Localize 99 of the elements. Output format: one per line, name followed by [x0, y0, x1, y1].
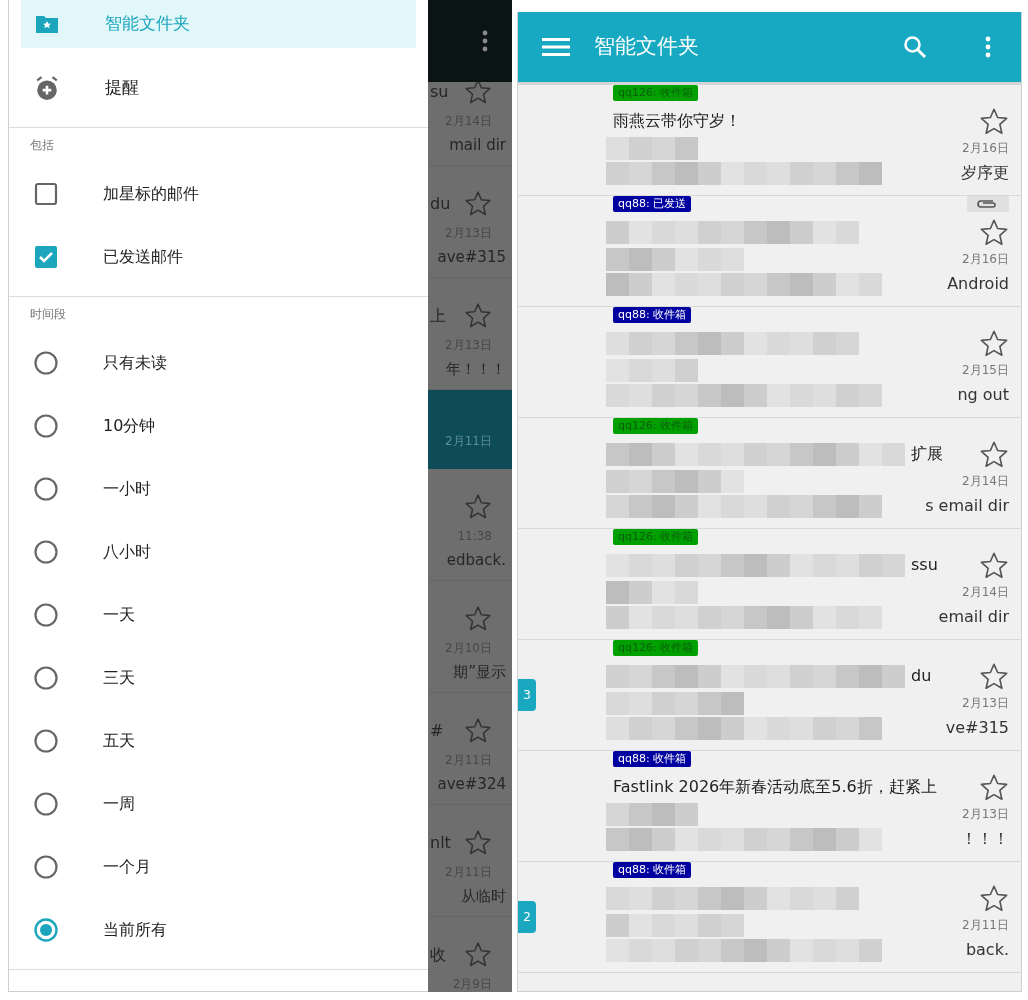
option-label: 加星标的邮件 — [103, 182, 199, 205]
star-icon[interactable] — [464, 302, 492, 330]
message-text-fragment: 岁序更 — [961, 162, 1009, 184]
message-subject: 雨燕云带你守岁！ — [613, 110, 741, 132]
account-tag: qq126: 收件箱 — [613, 640, 699, 656]
star-icon[interactable] — [979, 884, 1009, 914]
app-title: 智能文件夹 — [594, 33, 699, 61]
search-icon[interactable] — [903, 35, 927, 59]
message-text-fragment: ave#315 — [437, 247, 506, 268]
message-text-fragment: du — [911, 665, 932, 687]
account-tag: qq126: 收件箱 — [613, 529, 699, 545]
star-icon[interactable] — [464, 82, 492, 106]
account-tag: qq126: 收件箱 — [613, 418, 699, 434]
message-text-fragment: ！！！ — [961, 828, 1009, 850]
radio-button[interactable] — [34, 413, 58, 438]
star-icon[interactable] — [979, 107, 1009, 137]
star-icon[interactable] — [979, 329, 1009, 359]
radio-button[interactable] — [34, 917, 58, 942]
message-date: 2月14日 — [962, 473, 1009, 490]
option-label: 已发送邮件 — [103, 245, 183, 268]
radio-button[interactable] — [34, 728, 58, 753]
star-icon[interactable] — [464, 829, 492, 857]
star-icon[interactable] — [464, 717, 492, 745]
message-date: 2月11日 — [962, 917, 1009, 934]
option-label: 当前所有 — [103, 918, 167, 941]
radio-button[interactable] — [34, 350, 58, 375]
account-tag: qq88: 已发送 — [613, 196, 692, 212]
message-text-fragment: nlt — [429, 832, 451, 854]
message-date: 2月11日 — [445, 433, 492, 450]
checkbox[interactable] — [34, 244, 58, 269]
message-text-fragment: ng out — [957, 384, 1009, 406]
more-icon[interactable] — [985, 36, 991, 58]
option-label: 八小时 — [103, 540, 151, 563]
message-date: 2月16日 — [962, 251, 1009, 268]
alarm-plus-icon — [34, 74, 60, 101]
message-date: 2月13日 — [962, 695, 1009, 712]
message-text-fragment: 扩展 — [911, 443, 943, 465]
message-text-fragment: 收 — [429, 944, 446, 966]
message-text-fragment: 年！！！ — [446, 359, 506, 380]
option-label: 一周 — [103, 792, 135, 815]
star-icon[interactable] — [464, 605, 492, 633]
account-tag: qq88: 收件箱 — [613, 307, 692, 323]
option-label: 一个月 — [103, 855, 151, 878]
message-text-fragment: Android — [947, 273, 1009, 295]
message-date: 2月15日 — [962, 362, 1009, 379]
message-text-fragment: du — [429, 193, 451, 215]
option-label: 五天 — [103, 729, 135, 752]
unread-count-badge: 3 — [518, 679, 536, 711]
message-text-fragment: 从临时 — [461, 886, 506, 907]
star-icon[interactable] — [979, 440, 1009, 470]
star-icon[interactable] — [979, 551, 1009, 581]
account-tag: qq88: 收件箱 — [613, 751, 692, 767]
section-header: 时间段 — [30, 306, 66, 323]
checkbox[interactable] — [34, 181, 58, 206]
message-text-fragment: 期”显示 — [453, 662, 506, 683]
menu-icon[interactable] — [542, 37, 570, 57]
option-label: 只有未读 — [103, 351, 167, 374]
drawer-item[interactable]: 智能文件夹 — [21, 0, 416, 48]
option-label: 一小时 — [103, 477, 151, 500]
radio-button[interactable] — [34, 539, 58, 564]
message-text-fragment: s email dir — [925, 495, 1009, 517]
message-text-fragment: ave#324 — [437, 774, 506, 795]
message-text-fragment: su — [429, 82, 449, 103]
message-text-fragment: ssu — [911, 554, 938, 576]
message-date: 2月16日 — [962, 140, 1009, 157]
option-label: 三天 — [103, 666, 135, 689]
option-label: 10分钟 — [103, 414, 156, 437]
star-icon[interactable] — [979, 773, 1009, 803]
section-header: 包括 — [30, 137, 54, 154]
radio-button[interactable] — [34, 665, 58, 690]
message-text-fragment: # — [429, 720, 444, 742]
message-text-fragment: edback. — [446, 550, 506, 571]
folder-star-icon — [34, 13, 60, 35]
message-text-fragment: mail dir — [449, 135, 506, 156]
message-text-fragment: back. — [965, 939, 1009, 961]
account-tag: qq88: 收件箱 — [613, 862, 692, 878]
account-tag: qq126: 收件箱 — [613, 85, 699, 101]
option-label: 一天 — [103, 603, 135, 626]
drawer-item[interactable]: 提醒 — [9, 48, 428, 127]
star-icon[interactable] — [464, 941, 492, 969]
star-icon[interactable] — [464, 493, 492, 521]
radio-button[interactable] — [34, 854, 58, 879]
star-icon[interactable] — [464, 190, 492, 218]
more-icon[interactable] — [482, 30, 488, 52]
selected-message-row[interactable]: 2月11日 — [428, 390, 512, 469]
drawer-item-label: 智能文件夹 — [105, 12, 190, 36]
message-subject: Fastlink 2026年新春活动底至5.6折，赶紧上 — [613, 776, 937, 798]
radio-button[interactable] — [34, 602, 58, 627]
message-text-fragment: 上 — [429, 305, 446, 327]
star-icon[interactable] — [979, 218, 1009, 248]
star-icon[interactable] — [979, 662, 1009, 692]
message-date: 2月14日 — [962, 584, 1009, 601]
radio-button[interactable] — [34, 476, 58, 501]
message-date: 2月13日 — [962, 806, 1009, 823]
unread-count-badge: 2 — [518, 901, 536, 933]
drawer-item-label: 提醒 — [105, 75, 139, 99]
radio-button[interactable] — [34, 791, 58, 816]
message-text-fragment: ve#315 — [945, 717, 1009, 739]
message-text-fragment: email dir — [938, 606, 1009, 628]
